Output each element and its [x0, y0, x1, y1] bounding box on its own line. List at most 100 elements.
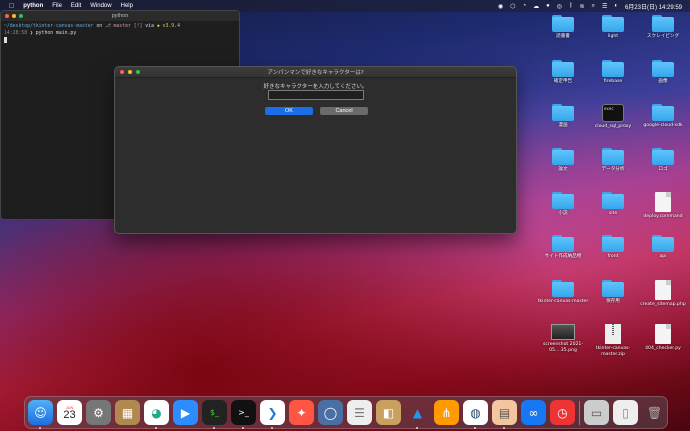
minimize-icon[interactable]: [128, 70, 132, 74]
desktop-icon[interactable]: create_sitemap.php: [638, 280, 688, 308]
screen-record-icon[interactable]: ◉: [498, 3, 503, 10]
image-file-icon: [551, 324, 575, 340]
desktop-icon[interactable]: スクレイピング: [638, 15, 688, 40]
desktop-icon-label: api: [659, 254, 667, 259]
folder-icon: [602, 235, 624, 252]
terminal-on-text: on: [96, 24, 103, 29]
siri-icon[interactable]: ◐: [614, 3, 618, 9]
apple-menu-icon[interactable]: : [9, 3, 14, 10]
input-dialog[interactable]: アンパンマンで好きなキャラクターは? 好きなキャラクターを入力してください。 O…: [114, 66, 517, 234]
desktop-icon[interactable]: firebase: [588, 60, 638, 85]
terminal-icon[interactable]: >_: [231, 400, 256, 429]
vscode-icon[interactable]: ❯: [260, 400, 285, 429]
preview-icon[interactable]: ▤: [492, 400, 517, 429]
desktop-icon[interactable]: light: [588, 15, 638, 40]
menubar-clock[interactable]: 6月23日(日) 14:29:59: [625, 2, 682, 11]
terminal-line-1: ~/desktop/tkinter-canvas-master on ⎇ mas…: [4, 23, 236, 30]
folder-icon: [602, 192, 624, 209]
close-icon[interactable]: [120, 70, 124, 74]
database-icon[interactable]: ☰: [347, 400, 372, 425]
desktop-icon-label: front: [607, 254, 619, 259]
menu-app-name[interactable]: python: [23, 3, 43, 9]
desktop-icon[interactable]: 論文: [538, 148, 588, 173]
screenshot-thumbnail-icon[interactable]: ▭: [584, 400, 609, 425]
postgres-icon[interactable]: ◍: [463, 400, 488, 429]
desktop-icon[interactable]: screenshot 2021-05....35.png: [538, 324, 588, 354]
record-icon[interactable]: ◎: [557, 3, 562, 10]
menu-file[interactable]: File: [52, 3, 62, 9]
package-icon[interactable]: ◧: [376, 400, 401, 425]
zoom-icon[interactable]: ▶: [173, 400, 198, 425]
safari-icon[interactable]: ✦: [289, 400, 314, 425]
ok-button[interactable]: OK: [265, 107, 313, 115]
desktop-icon[interactable]: サイト作成納品物: [538, 235, 588, 260]
prompt-chevron-icon: ❯: [30, 31, 33, 36]
desktop-icon[interactable]: exec cloud_sql_proxy: [588, 104, 638, 130]
maximize-icon[interactable]: [19, 14, 23, 18]
docker-icon[interactable]: ▲: [405, 400, 430, 429]
minimize-icon[interactable]: [12, 14, 16, 18]
system-preferences-icon[interactable]: ⚙: [86, 400, 111, 425]
close-icon[interactable]: [5, 14, 9, 18]
desktop-icon[interactable]: 確定申告: [538, 60, 588, 85]
desktop-icon[interactable]: deploy.command: [638, 192, 688, 220]
folder-icon: [552, 235, 574, 252]
folder-icon: [552, 280, 574, 297]
wifi-icon[interactable]: ≋: [580, 3, 585, 10]
desktop-icon[interactable]: 読書書: [538, 15, 588, 40]
dialog-title-bar[interactable]: アンパンマンで好きなキャラクターは?: [115, 67, 516, 78]
desktop-icon[interactable]: 漫画: [538, 104, 588, 129]
terminal-title-bar[interactable]: python: [1, 11, 239, 21]
control-center-icon[interactable]: ☰: [602, 3, 607, 10]
folder-icon: [602, 60, 624, 77]
dialog-prompt: 好きなキャラクターを入力してください。: [263, 84, 368, 90]
desktop-icon-label: スクレイピング: [646, 34, 680, 39]
desktop-icon[interactable]: 画像: [638, 60, 688, 85]
cancel-button[interactable]: Cancel: [320, 107, 368, 115]
archive-utility-icon[interactable]: ▦: [115, 400, 140, 425]
document-icon[interactable]: ▯: [613, 400, 638, 425]
trash-icon[interactable]: 🗑: [642, 400, 667, 425]
maximize-icon[interactable]: [136, 70, 140, 74]
finder-icon[interactable]: ☺: [28, 400, 53, 429]
desktop-icon-label: サイト作成納品物: [544, 254, 582, 259]
desktop-icon[interactable]: site: [588, 192, 638, 217]
desktop-icon[interactable]: tkinter-canvas-master: [538, 280, 588, 305]
quicktime-icon[interactable]: ◯: [318, 400, 343, 425]
desktop-icon-label: site: [608, 211, 618, 216]
bluetooth-icon[interactable]: ᛒ: [569, 3, 573, 9]
desktop-icon[interactable]: 保存用: [588, 280, 638, 305]
desktop-icon[interactable]: tkinter-canvas-master.zip: [588, 324, 638, 358]
desktop-icon-label: 論文: [558, 167, 568, 172]
calendar-icon[interactable]: JUN 23: [57, 400, 82, 425]
dialog-title: アンパンマンで好きなキャラクターは?: [267, 70, 364, 76]
chrome-icon[interactable]: ◕: [144, 400, 169, 429]
desktop-icon[interactable]: 小説: [538, 192, 588, 217]
desktop-icon[interactable]: front: [588, 235, 638, 260]
clock-app-icon[interactable]: ◷: [550, 400, 575, 425]
desktop-icon[interactable]: api: [638, 235, 688, 260]
folder-icon: [652, 15, 674, 32]
clock-tray-icon[interactable]: ◔: [522, 3, 526, 9]
calendar-day: 23: [63, 408, 76, 421]
cloud-icon[interactable]: ☁: [533, 3, 539, 10]
character-input[interactable]: [268, 90, 364, 100]
terminal-cursor: [4, 37, 7, 43]
terminal-output[interactable]: ~/desktop/tkinter-canvas-master on ⎇ mas…: [1, 21, 239, 47]
desktop-icon[interactable]: ロゴ: [638, 148, 688, 173]
shield-icon[interactable]: ⬡: [510, 3, 515, 10]
search-icon[interactable]: ⌕: [592, 3, 595, 10]
desktop-icon[interactable]: google-cloud-sdk: [638, 104, 688, 129]
menu-help[interactable]: Help: [121, 3, 133, 9]
password-icon[interactable]: ●: [546, 3, 550, 9]
desktop-icon[interactable]: 404_checker.py: [638, 324, 688, 352]
sourcetree-icon[interactable]: ⋔: [434, 400, 459, 425]
desktop-icon[interactable]: データ分析: [588, 148, 638, 173]
desktop-icon-label: データ分析: [601, 167, 625, 172]
activity-monitor-icon[interactable]: $_: [202, 400, 227, 429]
terminal-title: python: [111, 13, 129, 19]
infinity-icon[interactable]: ∞: [521, 400, 546, 425]
menu-edit[interactable]: Edit: [71, 3, 81, 9]
desktop-icon-label: ロゴ: [658, 167, 668, 172]
menu-window[interactable]: Window: [90, 3, 111, 9]
